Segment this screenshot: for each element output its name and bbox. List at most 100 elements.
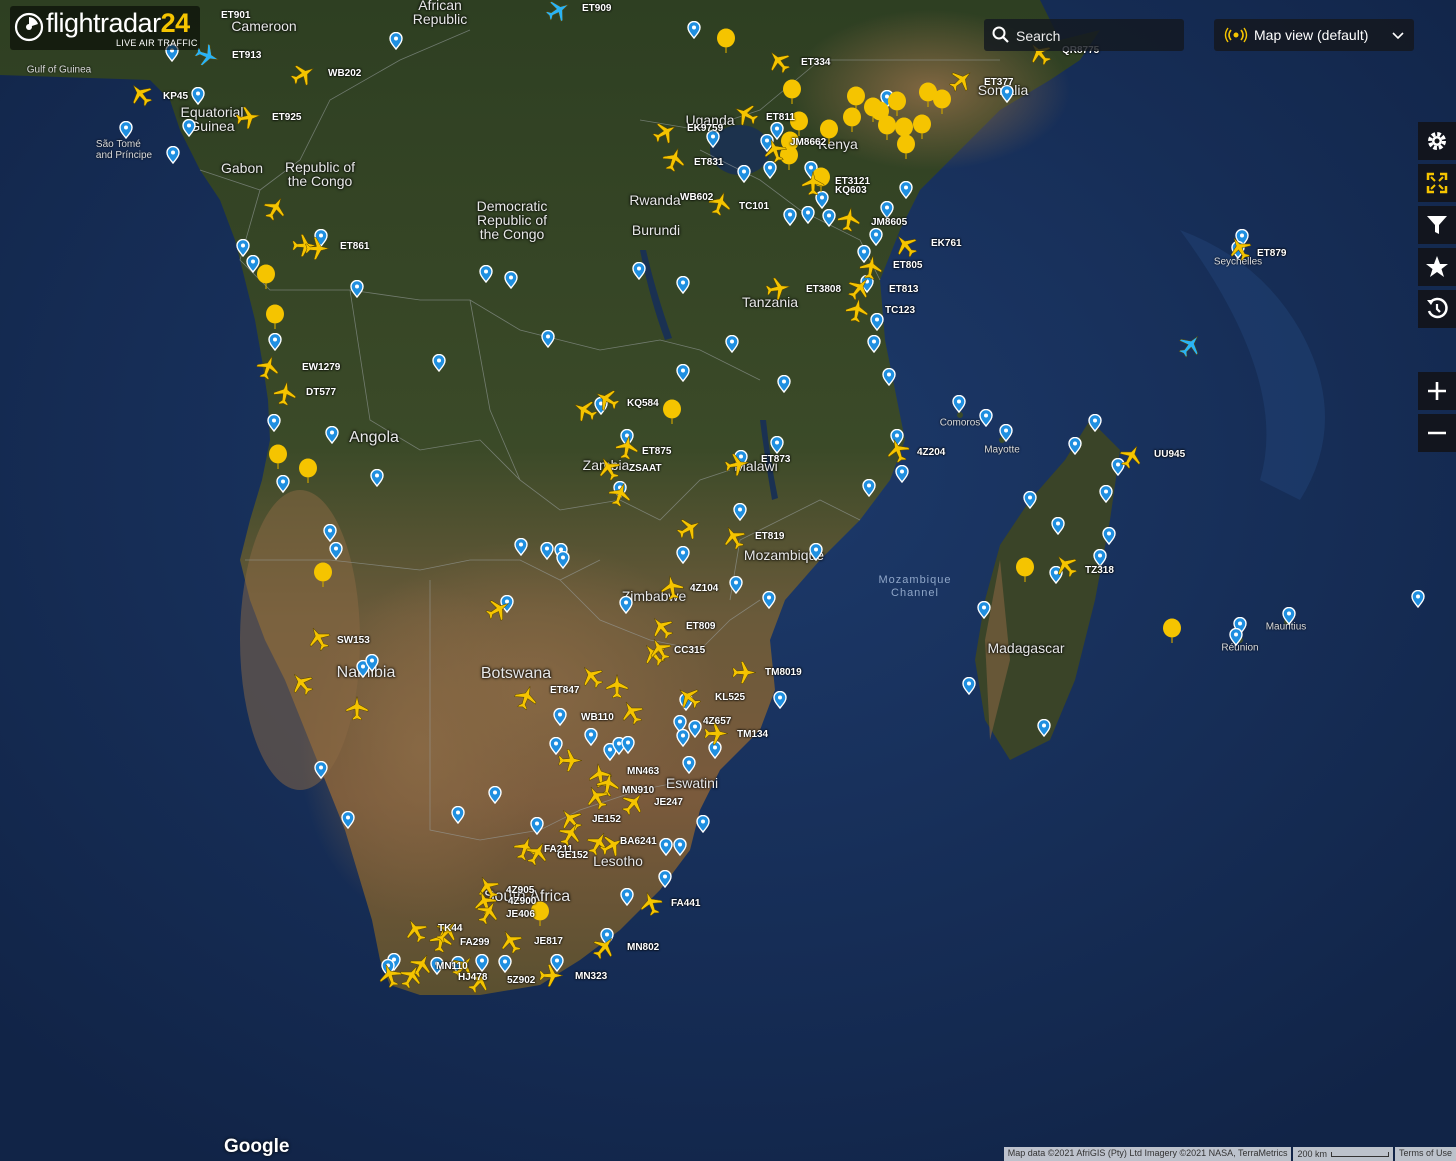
airport-pin-icon[interactable] (729, 575, 743, 599)
aircraft-icon[interactable] (1118, 444, 1144, 475)
flight-callsign-label[interactable]: ET875 (642, 446, 671, 457)
airport-pin-icon[interactable] (1068, 436, 1082, 460)
flight-callsign-label[interactable]: ZSAAT (629, 463, 662, 474)
flight-callsign-label[interactable]: ET805 (893, 260, 922, 271)
search-box[interactable] (984, 19, 1184, 51)
airport-pin-icon[interactable] (370, 468, 384, 492)
aircraft-icon[interactable] (607, 482, 633, 513)
airport-pin-icon[interactable] (1411, 589, 1425, 613)
aircraft-icon[interactable] (721, 525, 747, 556)
aircraft-icon[interactable] (766, 49, 792, 80)
airport-pin-icon[interactable] (556, 550, 570, 574)
zoom-in-button[interactable] (1418, 372, 1456, 410)
flight-callsign-label[interactable]: WB110 (581, 712, 614, 723)
airport-pin-icon[interactable] (737, 164, 751, 188)
flight-callsign-label[interactable]: ET879 (1257, 248, 1286, 259)
airport-pin-icon[interactable] (514, 537, 528, 561)
flight-callsign-label[interactable]: JM8662 (790, 137, 826, 148)
airport-pin-icon[interactable] (869, 227, 883, 251)
flightradar24-logo[interactable]: flightradar24 LIVE AIR TRAFFIC (10, 6, 200, 50)
airport-pin-icon[interactable] (725, 334, 739, 358)
flight-callsign-label[interactable]: ET901 (221, 10, 250, 21)
flight-callsign-label[interactable]: TC101 (739, 201, 769, 212)
aircraft-icon[interactable] (676, 516, 702, 547)
flight-callsign-label[interactable]: TM8019 (765, 667, 802, 678)
airport-pin-icon[interactable] (166, 145, 180, 169)
aircraft-icon[interactable] (619, 700, 645, 731)
airport-pin-icon[interactable] (882, 367, 896, 391)
aircraft-icon[interactable] (893, 233, 919, 264)
airport-pin-icon[interactable] (867, 334, 881, 358)
airport-pin-icon[interactable] (952, 394, 966, 418)
aircraft-icon[interactable] (498, 929, 524, 960)
flight-callsign-label[interactable]: 4Z657 (703, 716, 731, 727)
aircraft-icon[interactable] (485, 597, 511, 628)
airport-pin-icon[interactable] (862, 478, 876, 502)
aircraft-icon[interactable] (579, 664, 605, 695)
settings-button[interactable] (1418, 122, 1456, 160)
aircraft-icon[interactable] (377, 963, 403, 994)
terms-of-use-link[interactable]: Terms of Use (1394, 1147, 1456, 1161)
aircraft-icon[interactable] (724, 452, 750, 483)
flight-callsign-label[interactable]: ET809 (686, 621, 715, 632)
airport-pin-icon[interactable] (733, 502, 747, 526)
balloon-icon[interactable] (298, 458, 318, 489)
aircraft-icon[interactable] (513, 685, 539, 716)
flight-callsign-label[interactable]: JE817 (534, 936, 563, 947)
aircraft-icon[interactable] (676, 685, 702, 716)
flight-callsign-label[interactable]: MN110 (436, 961, 468, 972)
aircraft-icon[interactable] (344, 696, 370, 727)
airport-pin-icon[interactable] (541, 329, 555, 353)
aircraft-icon[interactable] (290, 62, 316, 93)
airport-pin-icon[interactable] (659, 837, 673, 861)
airport-pin-icon[interactable] (1000, 84, 1014, 108)
flight-callsign-label[interactable]: TZ318 (1085, 565, 1114, 576)
flight-callsign-label[interactable]: ET925 (272, 112, 301, 123)
airport-pin-icon[interactable] (479, 264, 493, 288)
balloon-icon[interactable] (842, 107, 862, 138)
flight-callsign-label[interactable]: MN910 (622, 785, 654, 796)
flight-callsign-label[interactable]: ET873 (761, 454, 790, 465)
airport-pin-icon[interactable] (488, 785, 502, 809)
aircraft-icon[interactable] (800, 171, 826, 202)
airport-pin-icon[interactable] (1099, 484, 1113, 508)
flight-callsign-label[interactable]: MN463 (627, 766, 659, 777)
aircraft-icon[interactable] (235, 105, 261, 136)
flight-callsign-label[interactable]: FA299 (460, 937, 489, 948)
fullscreen-button[interactable] (1418, 164, 1456, 202)
airport-pin-icon[interactable] (621, 735, 635, 759)
flight-callsign-label[interactable]: MN802 (627, 942, 659, 953)
aircraft-icon[interactable] (948, 68, 974, 99)
airport-pin-icon[interactable] (1102, 526, 1116, 550)
flight-callsign-label[interactable]: ET819 (755, 531, 784, 542)
aircraft-icon[interactable] (272, 381, 298, 412)
airport-pin-icon[interactable] (619, 595, 633, 619)
airport-pin-icon[interactable] (1282, 606, 1296, 630)
aircraft-icon[interactable] (765, 276, 791, 307)
aircraft-icon[interactable] (858, 255, 884, 286)
flight-callsign-label[interactable]: 4Z900 (508, 896, 536, 907)
filter-button[interactable] (1418, 206, 1456, 244)
airport-pin-icon[interactable] (822, 208, 836, 232)
airport-pin-icon[interactable] (584, 727, 598, 751)
airport-pin-icon[interactable] (1023, 490, 1037, 514)
aircraft-icon[interactable] (475, 900, 501, 931)
airport-pin-icon[interactable] (451, 805, 465, 829)
flight-callsign-label[interactable]: JM8605 (871, 217, 907, 228)
flight-callsign-label[interactable]: 4Z204 (917, 447, 945, 458)
aircraft-icon[interactable] (647, 637, 673, 668)
aircraft-icon[interactable] (584, 785, 610, 816)
flight-callsign-label[interactable]: JE152 (592, 814, 621, 825)
aircraft-icon[interactable] (306, 626, 332, 657)
flight-callsign-label[interactable]: ET831 (694, 157, 723, 168)
flight-callsign-label[interactable]: JE406 (506, 909, 535, 920)
flight-callsign-label[interactable]: UU945 (1154, 449, 1185, 460)
airport-pin-icon[interactable] (325, 425, 339, 449)
search-input[interactable] (1014, 23, 1178, 49)
airport-pin-icon[interactable] (962, 676, 976, 700)
flight-callsign-label[interactable]: EK9759 (687, 123, 723, 134)
balloon-icon[interactable] (716, 28, 736, 59)
balloon-icon[interactable] (782, 79, 802, 110)
aircraft-icon[interactable] (614, 435, 640, 466)
flight-callsign-label[interactable]: EK761 (931, 238, 962, 249)
